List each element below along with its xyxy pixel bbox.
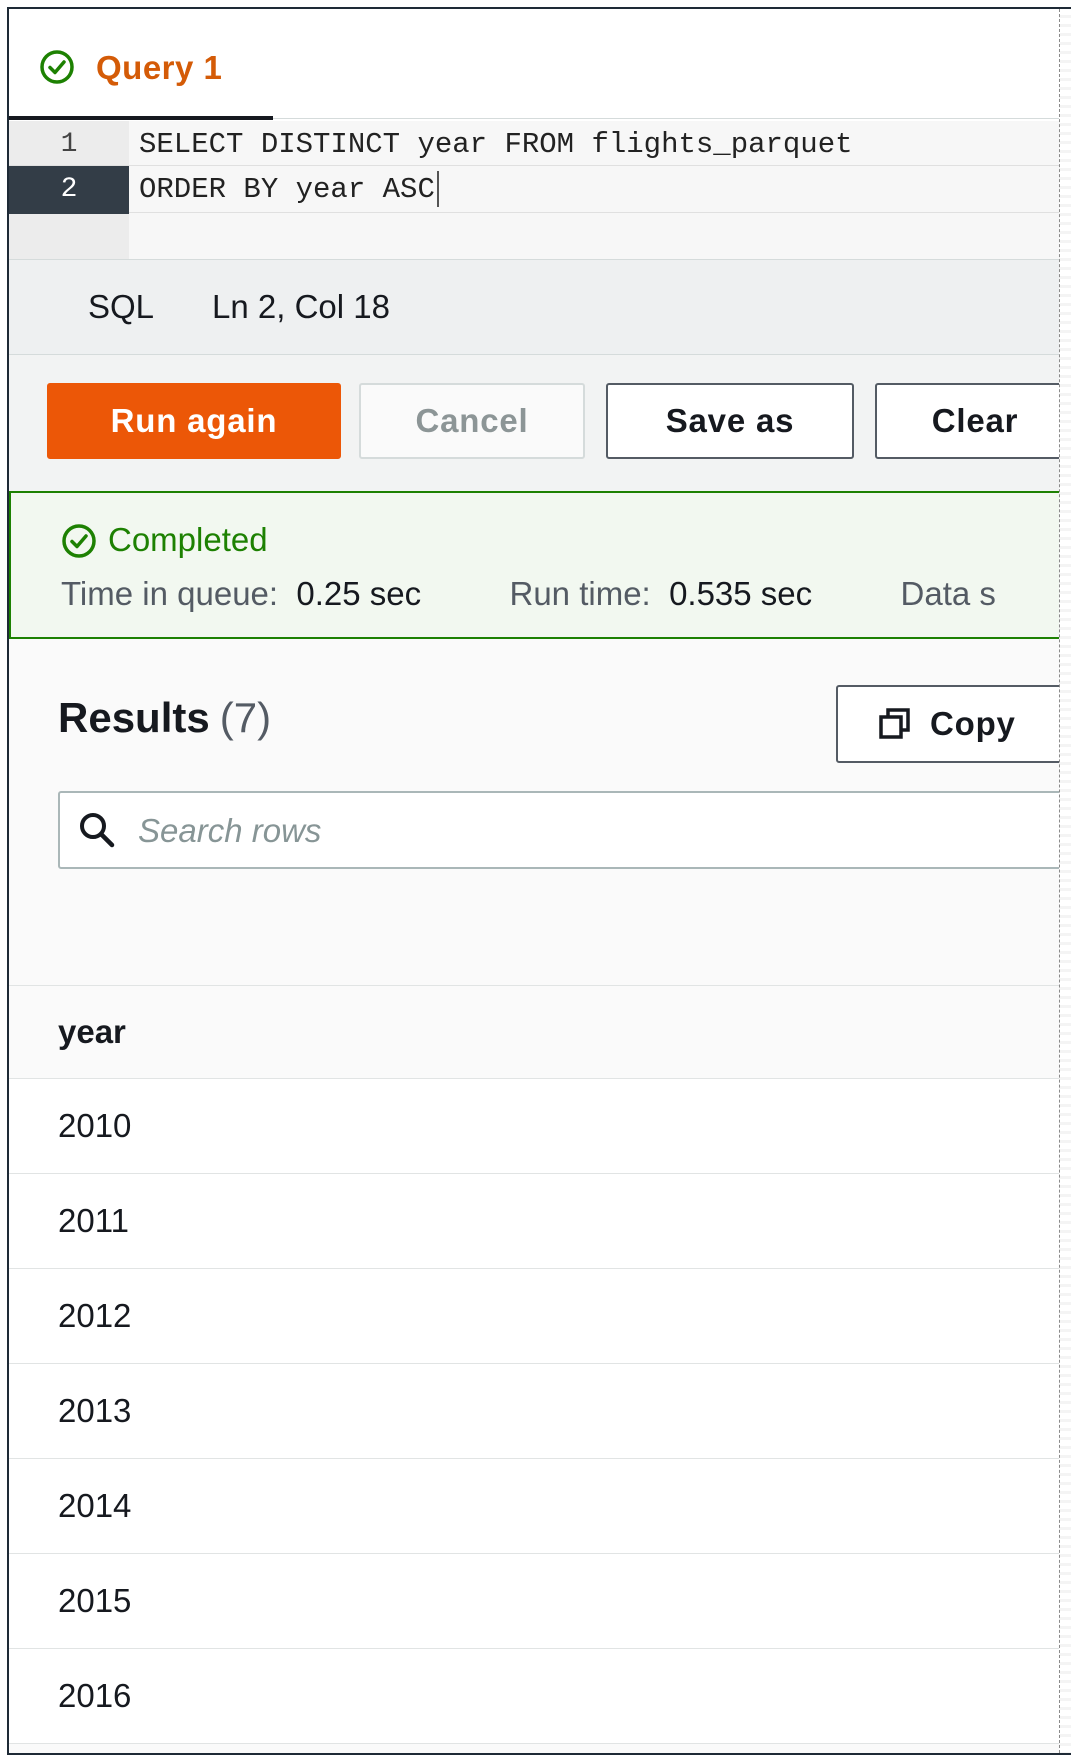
copy-icon [879,708,910,739]
queue-time-value: 0.25 sec [296,575,422,612]
check-circle-icon [40,50,74,84]
search-input[interactable] [136,793,1040,869]
data-scanned-label: Data s [900,575,996,612]
copy-button[interactable]: Copy [836,685,1071,763]
table-row: 2016 [9,1649,1071,1744]
tab-bar: Query 1 [9,9,1071,120]
torn-edge [1059,9,1071,1753]
search-icon [80,813,115,848]
text-cursor [436,171,439,208]
query-panel: Query 1 1 SELECT DISTINCT year FROM flig… [7,7,1071,1755]
copy-label: Copy [930,705,1016,742]
results-title: Results [58,694,210,741]
run-time-label: Run time: [509,575,651,612]
line-number-active: 2 [9,166,129,214]
run-again-button[interactable]: Run again [47,383,341,459]
status-title: Completed [108,521,268,558]
clear-button[interactable]: Clear [875,383,1071,459]
results-panel: Results(7) Copy year 2010 2011 2012 2013… [9,639,1071,1753]
code-line-2[interactable]: 2 ORDER BY year ASC [9,165,1071,214]
table-row: 2014 [9,1459,1071,1554]
search-rows-field[interactable] [58,791,1071,869]
tab-divider [273,118,1071,119]
table-row: 2011 [9,1174,1071,1269]
editor-status-bar: SQL Ln 2, Col 18 [9,259,1071,355]
check-circle-icon [62,524,96,558]
table-row: 2013 [9,1364,1071,1459]
table-row: 2015 [9,1554,1071,1649]
results-count: (7) [219,694,272,741]
column-header-year[interactable]: year [9,985,1071,1079]
cursor-position: Ln 2, Col 18 [212,288,390,325]
code-text[interactable]: SELECT DISTINCT year FROM flights_parque… [139,121,853,169]
code-line-1[interactable]: 1 SELECT DISTINCT year FROM flights_parq… [9,121,1071,169]
table-row: 2012 [9,1269,1071,1364]
results-heading: Results (7) [58,694,271,742]
code-text[interactable]: ORDER BY year ASC [139,166,439,214]
results-table: year 2010 2011 2012 2013 2014 2015 2016 [9,985,1071,1744]
query-stats: Time in queue: 0.25 sec Run time: 0.535 … [61,575,996,613]
tab-query-1[interactable]: Query 1 [9,9,273,120]
queue-time-label: Time in queue: [61,575,279,612]
query-status-alert: Completed Time in queue: 0.25 sec Run ti… [9,491,1071,639]
code-text-content: ORDER BY year ASC [139,173,435,206]
line-number: 1 [60,129,78,160]
table-row: 2010 [9,1079,1071,1174]
tab-label: Query 1 [96,49,223,86]
save-as-button[interactable]: Save as [606,383,854,459]
language-label: SQL [88,288,155,325]
run-time-value: 0.535 sec [669,575,813,612]
sql-editor[interactable]: 1 SELECT DISTINCT year FROM flights_parq… [9,121,1071,259]
cancel-button[interactable]: Cancel [359,383,585,459]
query-actions: Run again Cancel Save as Clear [9,355,1071,491]
